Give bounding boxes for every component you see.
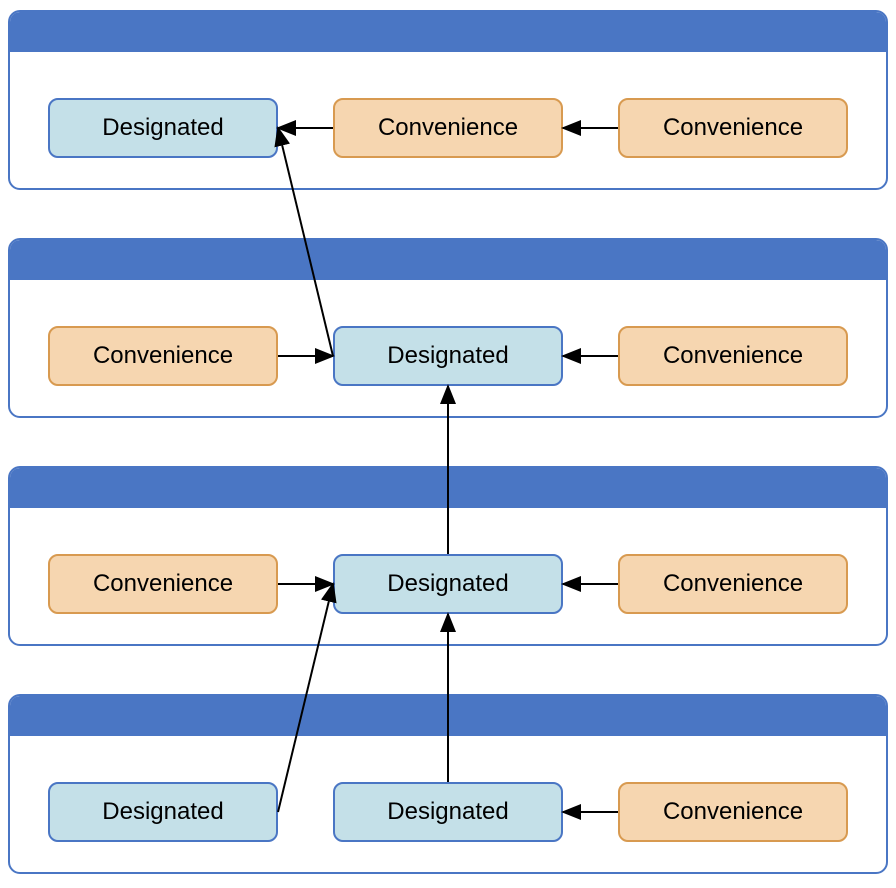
box-label: Designated [387,798,508,826]
convenience-box: Convenience [618,326,848,386]
box-label: Convenience [663,570,803,598]
box-label: Designated [102,798,223,826]
box-label: Designated [387,570,508,598]
designated-box: Designated [333,554,563,614]
container-header [10,12,886,52]
box-label: Convenience [663,798,803,826]
box-label: Convenience [93,342,233,370]
box-label: Designated [102,114,223,142]
convenience-box: Convenience [48,554,278,614]
designated-box: Designated [333,782,563,842]
designated-box: Designated [48,98,278,158]
box-label: Convenience [663,114,803,142]
box-label: Designated [387,342,508,370]
convenience-box: Convenience [333,98,563,158]
box-label: Convenience [378,114,518,142]
convenience-box: Convenience [48,326,278,386]
box-label: Convenience [93,570,233,598]
convenience-box: Convenience [618,554,848,614]
container-header [10,468,886,508]
container-header [10,240,886,280]
convenience-box: Convenience [618,782,848,842]
convenience-box: Convenience [618,98,848,158]
designated-box: Designated [48,782,278,842]
box-label: Convenience [663,342,803,370]
container-header [10,696,886,736]
designated-box: Designated [333,326,563,386]
